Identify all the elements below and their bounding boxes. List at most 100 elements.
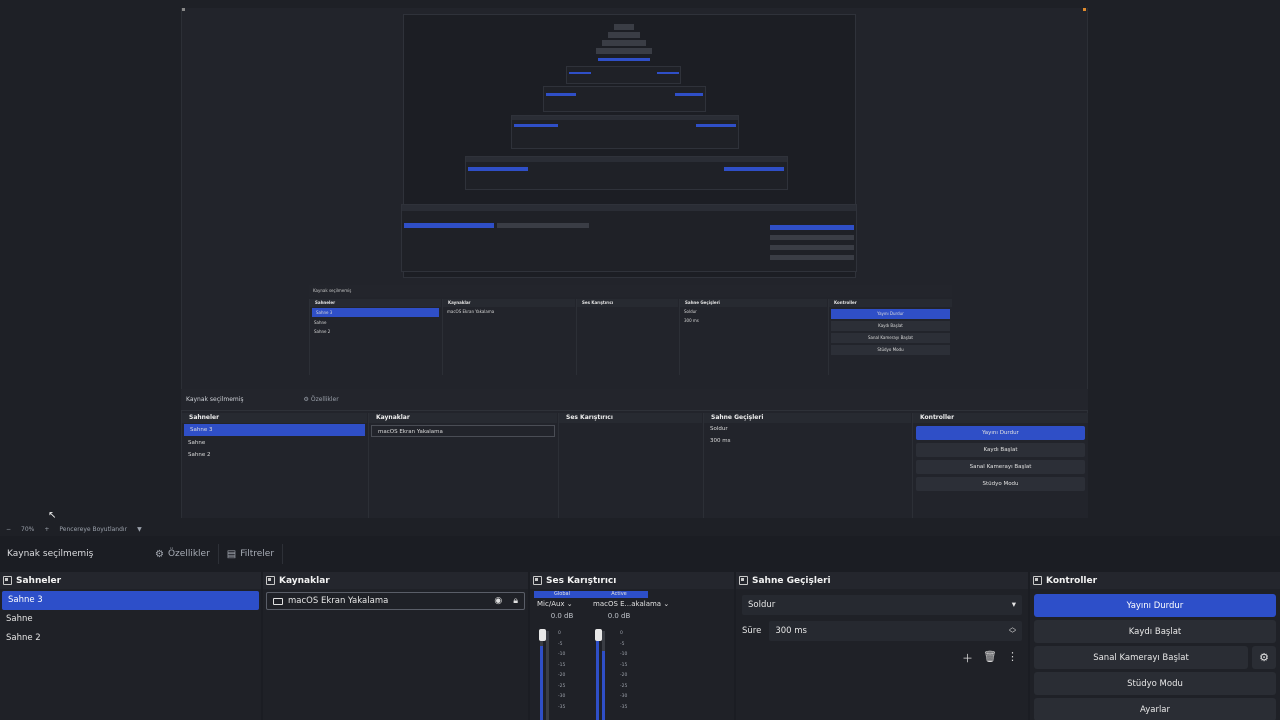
start-record-button[interactable]: Kaydı Başlat (1034, 620, 1276, 643)
inner-transition-type: Soldur (710, 426, 728, 432)
dock-window-icon (266, 576, 275, 585)
inner-studio-mode: Stüdyo Modu (916, 477, 1085, 491)
inner-no-source-label: Kaynak seçilmemiş (186, 396, 244, 403)
filters-label: Filtreler (240, 549, 275, 559)
inner-sources-dock: Kaynaklar macOS Ekran Yakalama (368, 413, 557, 518)
inner-properties: ⚙ Özellikler (303, 396, 339, 403)
nested-transition-duration: 300 ms (684, 318, 699, 323)
inner-mixer-title: Ses Karıştırıcı (559, 413, 702, 423)
channel-db: 0.0 dB (607, 612, 631, 620)
channel-tag: Global (534, 591, 590, 598)
nested-transitions-title: Sahne Geçişleri (680, 299, 827, 307)
virtual-cam-settings-gear-icon[interactable]: ⚙ (1252, 646, 1276, 669)
transition-type-value: Soldur (748, 600, 776, 610)
nested-scene-item: Sahne 3 (312, 308, 439, 317)
filters-button[interactable]: ▤ Filtreler (219, 544, 284, 564)
volume-meter (540, 646, 543, 720)
dock-window-icon (739, 576, 748, 585)
zoom-mode[interactable]: Pencereye Boyutlandır (59, 526, 127, 533)
scene-item-sahne-2[interactable]: Sahne 2 (0, 629, 261, 648)
stop-stream-button[interactable]: Yayını Durdur (1034, 594, 1276, 617)
channel-name-mic[interactable]: Mic/Aux ⌄ (534, 598, 590, 610)
nested-source-item: macOS Ekran Yakalama (447, 309, 495, 314)
controls-dock: Kontroller Yayını Durdur Kaydı Başlat Sa… (1030, 572, 1280, 720)
nested-no-source-label: Kaynak seçilmemiş (313, 288, 352, 293)
mixer-header[interactable]: Ses Karıştırıcı (530, 572, 734, 589)
inner-source-item: macOS Ekran Yakalama (371, 425, 555, 437)
zoom-mode-dropdown-icon[interactable]: ▼ (137, 526, 142, 533)
scenes-title: Sahneler (16, 575, 62, 586)
channel-db: 0.0 dB (550, 612, 574, 620)
filter-icon: ▤ (226, 548, 237, 560)
lock-icon[interactable]: 🔒︎ (513, 596, 518, 606)
chevron-down-icon: ▾ (1011, 600, 1016, 610)
inner-sources-title: Kaynaklar (369, 413, 557, 423)
nested-sources-dock: Kaynaklar macOS Ekran Yakalama (442, 299, 575, 375)
sources-title: Kaynaklar (279, 575, 330, 586)
inner-transitions-title: Sahne Geçişleri (704, 413, 911, 423)
no-source-label: Kaynak seçilmemiş (7, 549, 94, 559)
inner-scenes-title: Sahneler (182, 413, 367, 423)
delete-transition-icon[interactable]: 🗑︎ (983, 650, 997, 666)
nested-mixer-title: Ses Karıştırıcı (577, 299, 678, 307)
audio-mixer-dock: Ses Karıştırıcı Global Mic/Aux ⌄ 0.0 dB … (530, 572, 734, 720)
dock-window-icon (3, 576, 12, 585)
eye-icon[interactable]: ◉ (494, 596, 502, 606)
inner-scenes-dock: Sahneler Sahne 3 Sahne Sahne 2 (181, 413, 367, 518)
nested-transition-type: Soldur (684, 309, 697, 314)
inner-virtual-cam: Sanal Kamerayı Başlat (916, 460, 1085, 474)
inner-scene-item: Sahne 2 (188, 452, 211, 458)
sources-header[interactable]: Kaynaklar (263, 572, 528, 589)
zoom-level[interactable]: 70% (21, 526, 34, 533)
controls-header[interactable]: Kontroller (1030, 572, 1280, 589)
controls-title: Kontroller (1046, 575, 1098, 586)
zoom-out-icon[interactable]: − (6, 526, 11, 533)
spin-arrows-icon[interactable]: ︿ ﹀ (1009, 624, 1016, 638)
studio-mode-button[interactable]: Stüdyo Modu (1034, 672, 1276, 695)
source-item-label: macOS Ekran Yakalama (288, 596, 389, 606)
channel-tag: Active (590, 591, 648, 598)
channel-name-macos[interactable]: macOS E...akalama ⌄ (590, 598, 669, 610)
corner-handle (182, 8, 185, 11)
scenes-header[interactable]: Sahneler (0, 572, 261, 589)
source-item-macos-screen-capture[interactable]: macOS Ekran Yakalama ◉ 🔒︎ (266, 592, 525, 610)
nested-studio-mode: Stüdyo Modu (831, 345, 950, 355)
inner-start-record: Kaydı Başlat (916, 443, 1085, 457)
volume-fader[interactable] (595, 629, 602, 641)
inner-context-bar: Kaynak seçilmemiş ⚙ Özellikler (181, 389, 1088, 411)
settings-button[interactable]: Ayarlar (1034, 698, 1276, 720)
more-options-icon[interactable]: ⋮ (1007, 650, 1018, 666)
mixer-channel-mic: Global Mic/Aux ⌄ 0.0 dB 0 -5 -10 -15 -20 -25-… (534, 591, 590, 720)
meter-ticks: 0 -5 -10 -15 -20 -25 -30 -35 (620, 631, 628, 710)
inner-transitions-dock: Sahne Geçişleri Soldur 300 ms (703, 413, 911, 518)
inner-mixer-dock: Ses Karıştırıcı (558, 413, 702, 518)
source-context-bar: Kaynak seçilmemiş ⚙ Özellikler ▤ Filtrel… (0, 537, 1280, 571)
dock-window-icon (1033, 576, 1042, 585)
zoom-in-icon[interactable]: + (44, 526, 49, 533)
preview-area[interactable]: Kaynak seçilmemiş Sahneler Sahne 3 Sahne… (0, 0, 1280, 522)
nested-virtual-cam: Sanal Kamerayı Başlat (831, 333, 950, 343)
dock-window-icon (533, 576, 542, 585)
start-virtual-camera-button[interactable]: Sanal Kamerayı Başlat (1034, 646, 1248, 669)
virtual-cam-row: Sanal Kamerayı Başlat ⚙ (1034, 646, 1276, 669)
scene-item-sahne[interactable]: Sahne (0, 610, 261, 629)
duration-label: Süre (742, 626, 762, 636)
duration-row: Süre 300 ms ︿ ﹀ (742, 621, 1022, 641)
duration-spinbox[interactable]: 300 ms ︿ ﹀ (769, 621, 1022, 641)
gear-icon: ⚙ (155, 548, 164, 560)
nested-scenes-dock: Sahneler Sahne 3 Sahne Sahne 2 (309, 299, 441, 375)
add-transition-icon[interactable]: ＋ (962, 650, 973, 666)
transitions-title: Sahne Geçişleri (752, 575, 831, 586)
properties-button[interactable]: ⚙ Özellikler (147, 544, 219, 564)
transitions-header[interactable]: Sahne Geçişleri (736, 572, 1028, 589)
nested-controls-dock: Kontroller Yayını Durdur Kaydı Başlat Sa… (828, 299, 952, 375)
transition-type-select[interactable]: Soldur ▾ (742, 595, 1022, 615)
volume-meter-bg (546, 631, 549, 720)
inner-scene-item: Sahne (188, 440, 206, 446)
nested-mixer-dock: Ses Karıştırıcı (576, 299, 678, 375)
volume-fader[interactable] (539, 629, 546, 641)
scene-item-sahne-3[interactable]: Sahne 3 (2, 591, 259, 610)
mixer-channel-macos: Active macOS E...akalama ⌄ 0.0 dB 0 -5 -10… (590, 591, 669, 720)
nested-scene-item: Sahne 2 (314, 329, 331, 334)
nested-stop-stream: Yayını Durdur (831, 309, 950, 319)
